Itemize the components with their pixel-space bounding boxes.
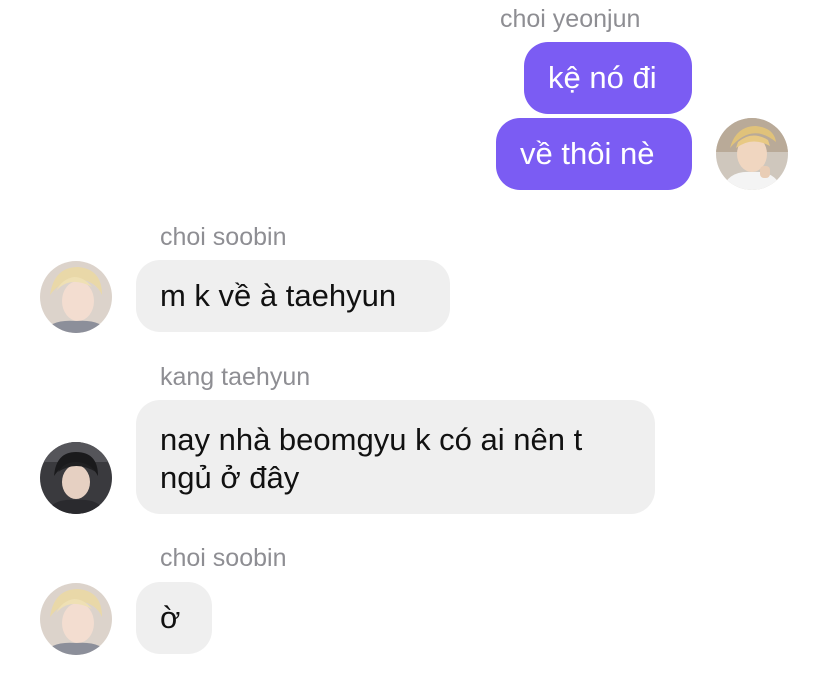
user-avatar-photo-icon	[716, 118, 788, 190]
message-bubble-incoming[interactable]: nay nhà beomgyu k có ai nên t ngủ ở đây	[136, 400, 655, 514]
message-text-line: nay nhà beomgyu k có ai nên t	[160, 422, 583, 457]
message-bubble-incoming[interactable]: m k về à taehyun	[136, 260, 450, 332]
message-bubble-outgoing[interactable]: về thôi nè	[496, 118, 692, 190]
sender-name-yeonjun: choi yeonjun	[500, 5, 641, 33]
avatar-yeonjun[interactable]	[716, 118, 788, 190]
user-avatar-photo-icon	[40, 583, 112, 655]
message-bubble-outgoing[interactable]: kệ nó đi	[524, 42, 692, 114]
user-avatar-photo-icon	[40, 261, 112, 333]
sender-name-taehyun: kang taehyun	[160, 363, 311, 391]
message-bubble-incoming[interactable]: ờ	[136, 582, 212, 654]
message-text: về thôi nè	[520, 136, 655, 171]
sender-name-soobin: choi soobin	[160, 223, 287, 251]
message-text: kệ nó đi	[548, 60, 657, 95]
message-text: ờ	[160, 600, 181, 635]
user-avatar-photo-icon	[40, 442, 112, 514]
avatar-soobin[interactable]	[40, 583, 112, 655]
avatar-soobin[interactable]	[40, 261, 112, 333]
message-text-line: ngủ ở đây	[160, 460, 300, 495]
message-text: m k về à taehyun	[160, 278, 397, 313]
sender-name-soobin: choi soobin	[160, 544, 287, 572]
avatar-taehyun[interactable]	[40, 442, 112, 514]
